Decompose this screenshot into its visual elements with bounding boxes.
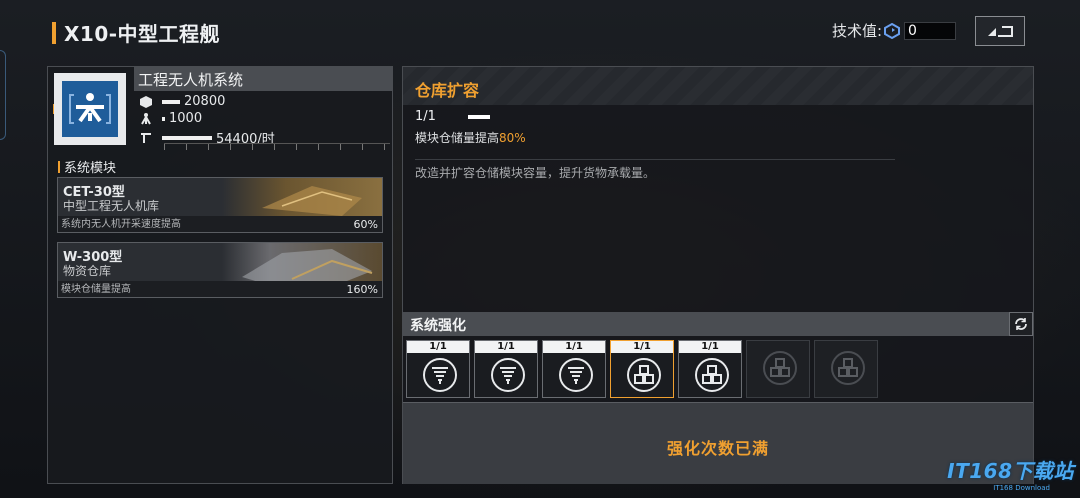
watermark: IT168下载站 IT168 Download — [947, 455, 1074, 492]
slot-level: 1/1 — [475, 341, 537, 353]
module-value: 160% — [346, 283, 378, 296]
modules-section-label: 系统模块 — [58, 157, 116, 176]
watermark-logo: IT168下载站 — [947, 459, 1074, 483]
module-type: 物资仓库 — [63, 264, 112, 278]
enhance-slot-4[interactable]: 1/1 — [610, 340, 674, 398]
slot-level: 1/1 — [543, 341, 605, 353]
module-desc: 系统内无人机开采速度提高 — [61, 219, 181, 230]
module-type: 中型工程无人机库 — [63, 199, 160, 213]
drill-icon — [423, 358, 457, 392]
enhance-slot-6[interactable] — [746, 340, 810, 398]
cubes-icon — [763, 351, 797, 385]
title-accent-bar — [52, 21, 56, 44]
drill-icon — [559, 358, 593, 392]
upgrade-level-bar — [467, 114, 490, 119]
upgrade-panel: 仓库扩容 1/1 模块仓储量提高80% 改造并扩容仓储模块容量，提升货物承载量。… — [402, 66, 1034, 484]
upgrade-description: 改造并扩容仓储模块容量，提升货物承载量。 — [415, 166, 656, 180]
stat-drones: 1000 — [140, 111, 202, 126]
stat-storage: 20800 — [140, 94, 225, 109]
system-header: 工程无人机系统 20800 1000 54400/时 — [48, 67, 392, 150]
module-image — [222, 243, 382, 283]
enhance-slot-5[interactable]: 1/1 — [678, 340, 742, 398]
slot-level: 1/1 — [679, 341, 741, 353]
stat-bar — [162, 99, 180, 104]
upgrade-title: 仓库扩容 — [415, 81, 480, 100]
side-tab-handle[interactable] — [0, 50, 6, 140]
upgrade-level: 1/1 — [415, 109, 490, 124]
divider — [415, 159, 895, 160]
system-panel: 工程无人机系统 20800 1000 54400/时 系统模块 CET-30型 … — [47, 66, 393, 484]
drone-icon — [141, 112, 151, 124]
enhance-slot-2[interactable]: 1/1 — [474, 340, 538, 398]
cube-icon — [140, 95, 152, 108]
back-icon — [988, 26, 1013, 37]
watermark-sub: IT168 Download — [993, 484, 1050, 492]
back-button[interactable] — [975, 16, 1025, 46]
cubes-icon — [627, 358, 661, 392]
header: X10-中型工程舰 — [52, 18, 220, 47]
module-card-cet30[interactable]: CET-30型 中型工程无人机库 系统内无人机开采速度提高 60% — [57, 177, 383, 233]
drone-system-icon — [62, 81, 118, 137]
cubes-icon — [831, 351, 865, 385]
enhance-title: 系统强化 — [410, 318, 466, 334]
tech-label: 技术值: — [831, 22, 882, 40]
tech-icon — [884, 22, 900, 39]
stat-bar — [162, 116, 165, 121]
drill-icon — [491, 358, 525, 392]
enhance-max-text: 强化次数已满 — [666, 439, 769, 458]
module-card-w300[interactable]: W-300型 物资仓库 模块仓储量提高 160% — [57, 242, 383, 298]
module-desc: 模块仓储量提高 — [61, 284, 131, 295]
enhance-slot-3[interactable]: 1/1 — [542, 340, 606, 398]
slot-level: 1/1 — [407, 341, 469, 353]
upgrade-level-text: 1/1 — [415, 109, 436, 124]
stat-value: 1000 — [169, 111, 203, 126]
crane-icon — [141, 132, 151, 143]
slot-level: 1/1 — [611, 341, 673, 353]
module-value: 60% — [353, 218, 378, 231]
tech-value: 0 — [904, 21, 956, 40]
upgrade-effect: 模块仓储量提高80% — [415, 129, 526, 146]
upgrade-effect-value: 80% — [499, 131, 526, 145]
enhance-max-button[interactable]: 强化次数已满 — [403, 402, 1033, 484]
module-footer: 系统内无人机开采速度提高 60% — [58, 216, 382, 232]
upgrade-effect-text: 模块仓储量提高 — [415, 131, 500, 145]
system-name: 工程无人机系统 — [138, 71, 244, 89]
module-footer: 模块仓储量提高 160% — [58, 281, 382, 297]
enhance-slot-7[interactable] — [814, 340, 878, 398]
refresh-button[interactable] — [1009, 312, 1033, 336]
enhance-slot-1[interactable]: 1/1 — [406, 340, 470, 398]
stat-scale — [164, 143, 390, 150]
page-title: X10-中型工程舰 — [64, 22, 221, 46]
tech-value-display: 技术值: 0 — [832, 20, 956, 41]
stat-bar — [162, 135, 212, 140]
system-icon-frame — [54, 73, 126, 145]
cubes-icon — [695, 358, 729, 392]
module-image — [222, 178, 382, 218]
enhance-header: 系统强化 — [403, 312, 1033, 336]
upgrade-header: 仓库扩容 — [403, 67, 1033, 105]
refresh-icon — [1015, 318, 1027, 330]
stat-value: 20800 — [184, 94, 226, 109]
enhance-slots: 1/1 1/1 1/1 1/1 1/1 — [406, 340, 878, 398]
